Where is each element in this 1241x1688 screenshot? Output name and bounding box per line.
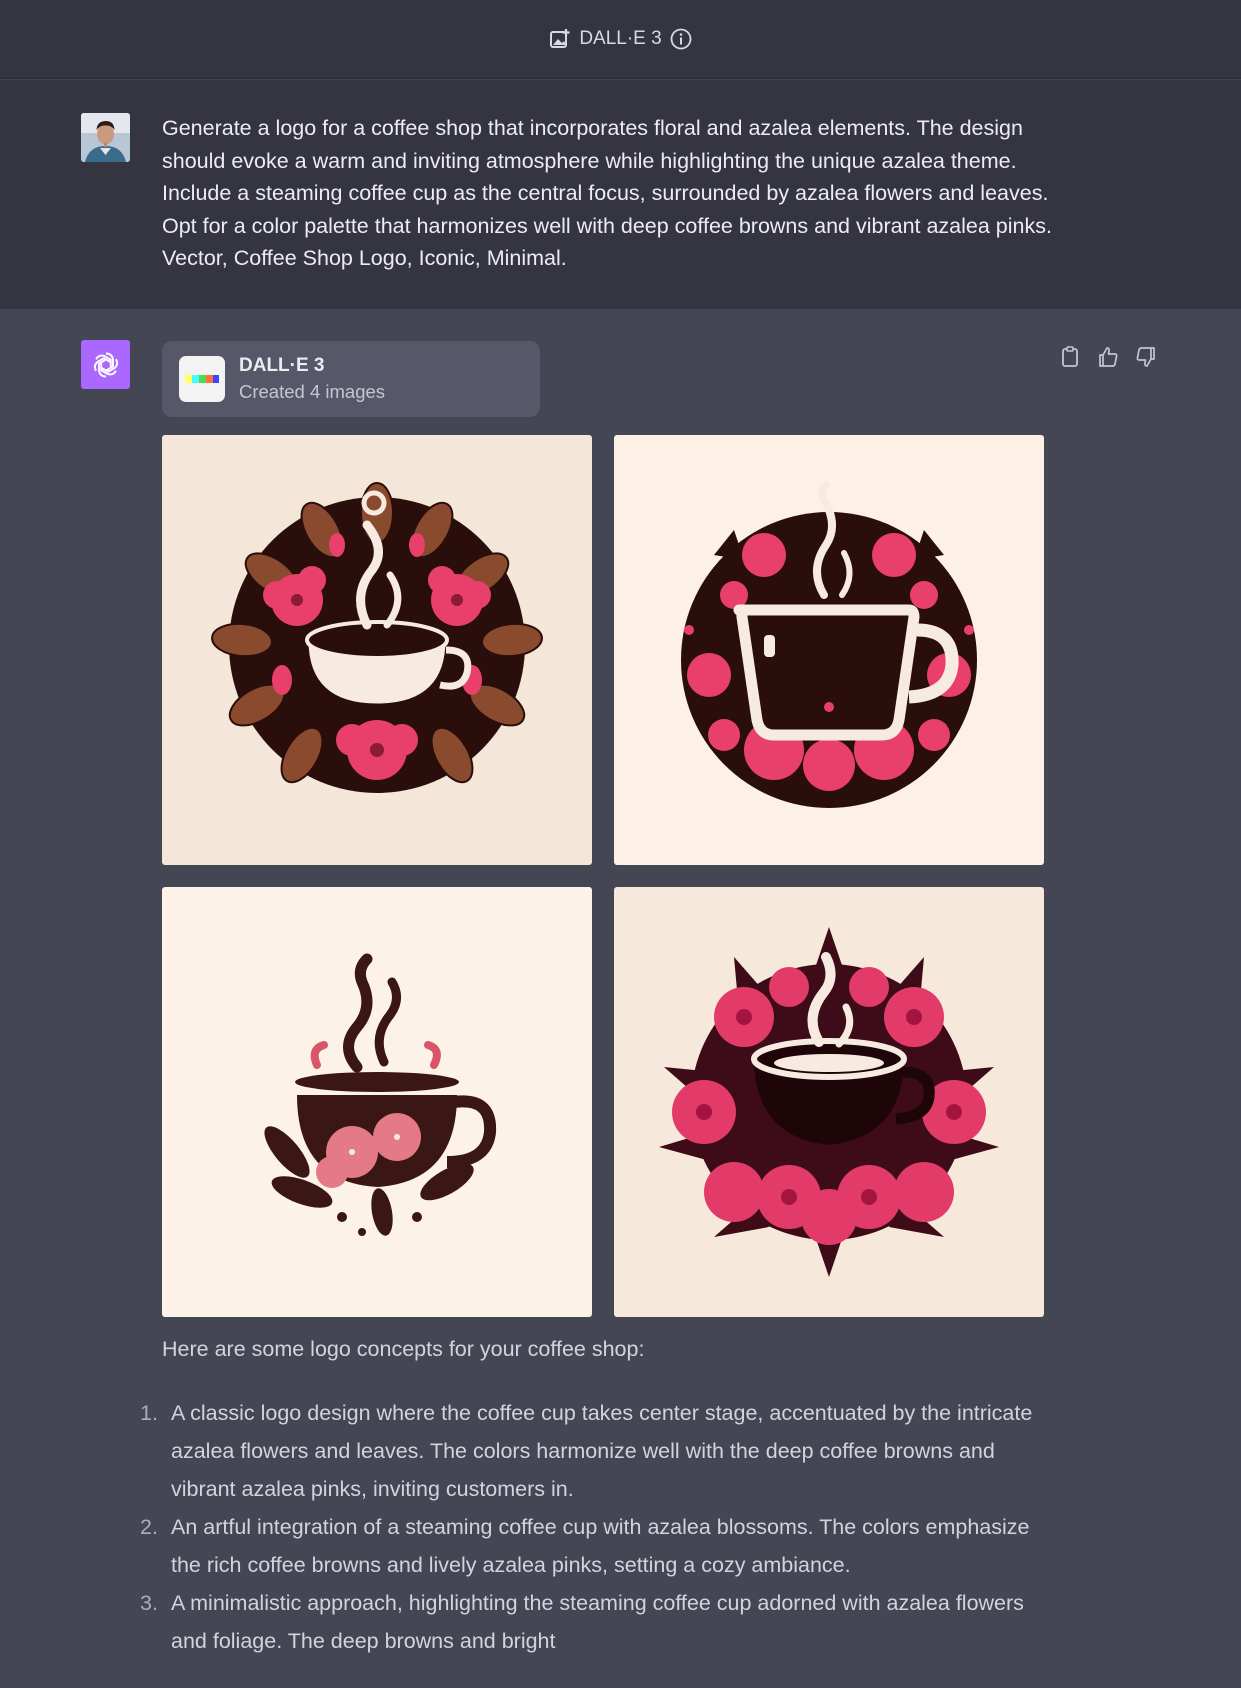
- model-label[interactable]: DALL·E 3: [579, 28, 661, 50]
- assistant-message: DALL·E 3 Created 4 images Here are some …: [0, 309, 1241, 1688]
- image-plus-icon: [549, 28, 571, 50]
- logo-concepts-list: 1. A classic logo design where the coffe…: [140, 1394, 1050, 1660]
- generated-image-1[interactable]: [162, 435, 592, 865]
- tool-subtitle: Created 4 images: [239, 381, 386, 402]
- list-item-text: A classic logo design where the coffee c…: [171, 1401, 1033, 1501]
- thumbs-up-icon[interactable]: [1096, 345, 1120, 369]
- thumbs-down-icon[interactable]: [1134, 345, 1158, 369]
- chatgpt-avatar: [81, 340, 130, 389]
- list-item-number: 1.: [140, 1401, 158, 1425]
- generated-image-3[interactable]: [162, 887, 592, 1317]
- dalle-logo-icon: [179, 356, 225, 402]
- user-message: Generate a logo for a coffee shop that i…: [0, 80, 1241, 309]
- openai-logo-icon: [93, 352, 118, 377]
- list-item-text: An artful integration of a steaming coff…: [171, 1515, 1030, 1577]
- list-item: 2. An artful integration of a steaming c…: [140, 1508, 1050, 1584]
- message-actions: [1058, 345, 1158, 369]
- list-item-text: A minimalistic approach, highlighting th…: [171, 1591, 1024, 1653]
- generated-image-2[interactable]: [614, 435, 1044, 865]
- list-item: 1. A classic logo design where the coffe…: [140, 1394, 1050, 1508]
- generated-image-4[interactable]: [614, 887, 1044, 1317]
- user-prompt-text: Generate a logo for a coffee shop that i…: [162, 116, 1052, 270]
- answer-intro: Here are some logo concepts for your cof…: [162, 1337, 645, 1361]
- tool-title: DALL·E 3: [239, 355, 325, 376]
- list-item-number: 2.: [140, 1515, 158, 1539]
- user-avatar: [81, 113, 130, 162]
- list-item: 3. A minimalistic approach, highlighting…: [140, 1584, 1050, 1660]
- info-icon[interactable]: [670, 28, 692, 50]
- top-bar: DALL·E 3: [0, 0, 1241, 79]
- dalle-tool-card[interactable]: DALL·E 3 Created 4 images: [162, 341, 540, 417]
- list-item-number: 3.: [140, 1591, 158, 1615]
- copy-icon[interactable]: [1058, 345, 1082, 369]
